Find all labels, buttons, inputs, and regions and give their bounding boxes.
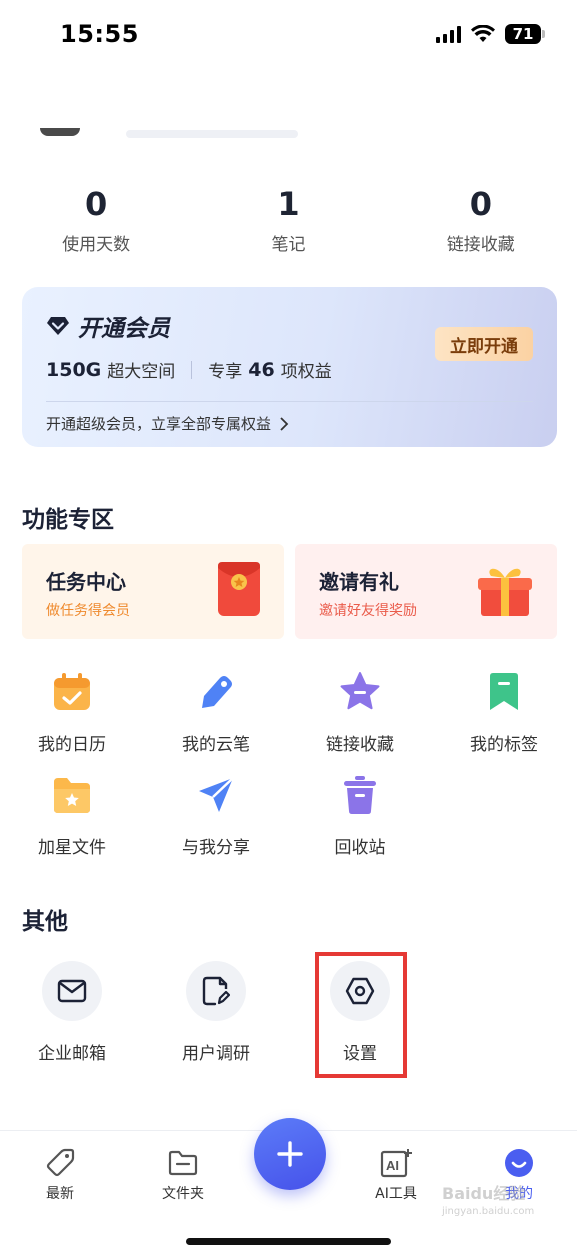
stat-label: 链接收藏 — [446, 235, 515, 255]
wifi-icon — [471, 25, 495, 42]
activate-vip-button[interactable]: 立即开通 — [435, 327, 533, 361]
feature-calendar[interactable]: 我的日历 — [0, 670, 144, 755]
nav-label: AI工具 — [375, 1186, 417, 1202]
trash-icon — [338, 773, 382, 817]
feature-link-favorites[interactable]: 链接收藏 — [288, 670, 432, 755]
gift-icon — [478, 568, 532, 616]
vip-benefit-count: 46 — [248, 358, 275, 381]
nav-label: 最新 — [46, 1186, 74, 1202]
calendar-icon — [50, 670, 94, 714]
bookmark-icon — [482, 670, 526, 714]
invite-card[interactable]: 邀请有礼 邀请好友得奖励 — [295, 544, 557, 639]
nav-ai-tools[interactable]: AI AI工具 — [346, 1147, 446, 1203]
stat-value: 0 — [469, 185, 492, 223]
vip-features: 150G 超大空间 专享 46 项权益 — [46, 357, 332, 383]
stat-label: 笔记 — [271, 235, 306, 255]
red-envelope-icon — [218, 562, 260, 616]
star-folder-icon — [50, 773, 94, 817]
send-icon — [194, 773, 238, 817]
stat-label: 使用天数 — [62, 235, 131, 255]
vip-storage-size: 150G — [46, 358, 102, 381]
nav-latest[interactable]: 最新 — [10, 1147, 110, 1203]
vip-storage-text: 超大空间 — [107, 362, 176, 382]
feature-label: 我的标签 — [470, 735, 538, 755]
username-placeholder — [126, 130, 298, 138]
status-time: 15:55 — [60, 20, 139, 48]
feature-shared-with-me[interactable]: 与我分享 — [144, 773, 288, 858]
section-title-features: 功能专区 — [22, 507, 114, 533]
add-button[interactable] — [254, 1118, 326, 1190]
vip-title-text: 开通会员 — [78, 316, 170, 342]
task-center-card[interactable]: 任务中心 做任务得会员 — [22, 544, 284, 639]
promo-subtitle: 做任务得会员 — [46, 603, 130, 619]
divider — [46, 401, 533, 402]
svg-text:AI: AI — [386, 1158, 399, 1173]
feature-cloud-pen[interactable]: 我的云笔 — [144, 670, 288, 755]
watermark: Baidu经验 jingyan.baidu.com — [442, 1180, 534, 1217]
nav-label: 文件夹 — [162, 1186, 204, 1202]
feature-label: 我的日历 — [38, 735, 106, 755]
battery-icon: 71 — [505, 24, 545, 44]
promo-subtitle: 邀请好友得奖励 — [319, 603, 417, 619]
feature-recycle-bin[interactable]: 回收站 — [288, 773, 432, 858]
plus-icon — [277, 1141, 303, 1167]
star-icon — [338, 670, 382, 714]
stat-link-favorites[interactable]: 0 链接收藏 — [385, 180, 577, 255]
promo-title: 任务中心 — [46, 570, 126, 594]
feature-tags[interactable]: 我的标签 — [432, 670, 576, 755]
stat-usage-days[interactable]: 0 使用天数 — [0, 180, 192, 255]
vip-title: 开通会员 — [46, 309, 170, 343]
home-indicator — [186, 1238, 391, 1245]
vip-link-text: 开通超级会员，立享全部专属权益 — [46, 415, 272, 433]
feature-starred-files[interactable]: 加星文件 — [0, 773, 144, 858]
watermark-text: Baidu经验 — [442, 1184, 526, 1203]
feature-label: 与我分享 — [182, 838, 250, 858]
avatar[interactable] — [40, 128, 80, 136]
status-icons: 71 — [436, 24, 545, 44]
other-label: 用户调研 — [182, 1044, 250, 1064]
stat-notes[interactable]: 1 笔记 — [192, 180, 384, 255]
ai-icon: AI — [346, 1147, 446, 1179]
promo-title: 邀请有礼 — [319, 570, 399, 594]
vip-link[interactable]: 开通超级会员，立享全部专属权益 — [46, 413, 289, 434]
mail-icon — [42, 961, 102, 1021]
nav-folders[interactable]: 文件夹 — [133, 1147, 233, 1203]
feature-label: 我的云笔 — [182, 735, 250, 755]
vip-benefit-prefix: 专享 — [208, 362, 243, 382]
chevron-right-icon — [280, 416, 289, 431]
profile-icon — [469, 1147, 569, 1179]
watermark-subtext: jingyan.baidu.com — [442, 1206, 535, 1217]
vip-benefit-suffix: 项权益 — [280, 362, 332, 382]
stat-value: 0 — [85, 185, 108, 223]
stats-row: 0 使用天数 1 笔记 0 链接收藏 — [0, 180, 577, 255]
vip-card[interactable]: 开通会员 150G 超大空间 专享 46 项权益 开通超级会员，立享全部专属权益… — [22, 287, 557, 447]
divider — [191, 360, 193, 379]
folder-icon — [133, 1147, 233, 1179]
feature-label: 回收站 — [334, 838, 386, 858]
other-enterprise-mail[interactable]: 企业邮箱 — [0, 961, 144, 1064]
section-title-others: 其他 — [22, 909, 68, 935]
survey-icon — [186, 961, 246, 1021]
feature-label: 加星文件 — [38, 838, 106, 858]
pen-icon — [194, 670, 238, 714]
cellular-signal-icon — [436, 25, 461, 43]
feature-label: 链接收藏 — [326, 735, 394, 755]
highlight-box — [315, 952, 407, 1078]
other-user-survey[interactable]: 用户调研 — [144, 961, 288, 1064]
status-bar: 15:55 71 — [0, 0, 577, 72]
diamond-icon — [47, 317, 69, 335]
stat-value: 1 — [277, 185, 300, 223]
tag-icon — [10, 1147, 110, 1179]
other-label: 企业邮箱 — [38, 1044, 106, 1064]
